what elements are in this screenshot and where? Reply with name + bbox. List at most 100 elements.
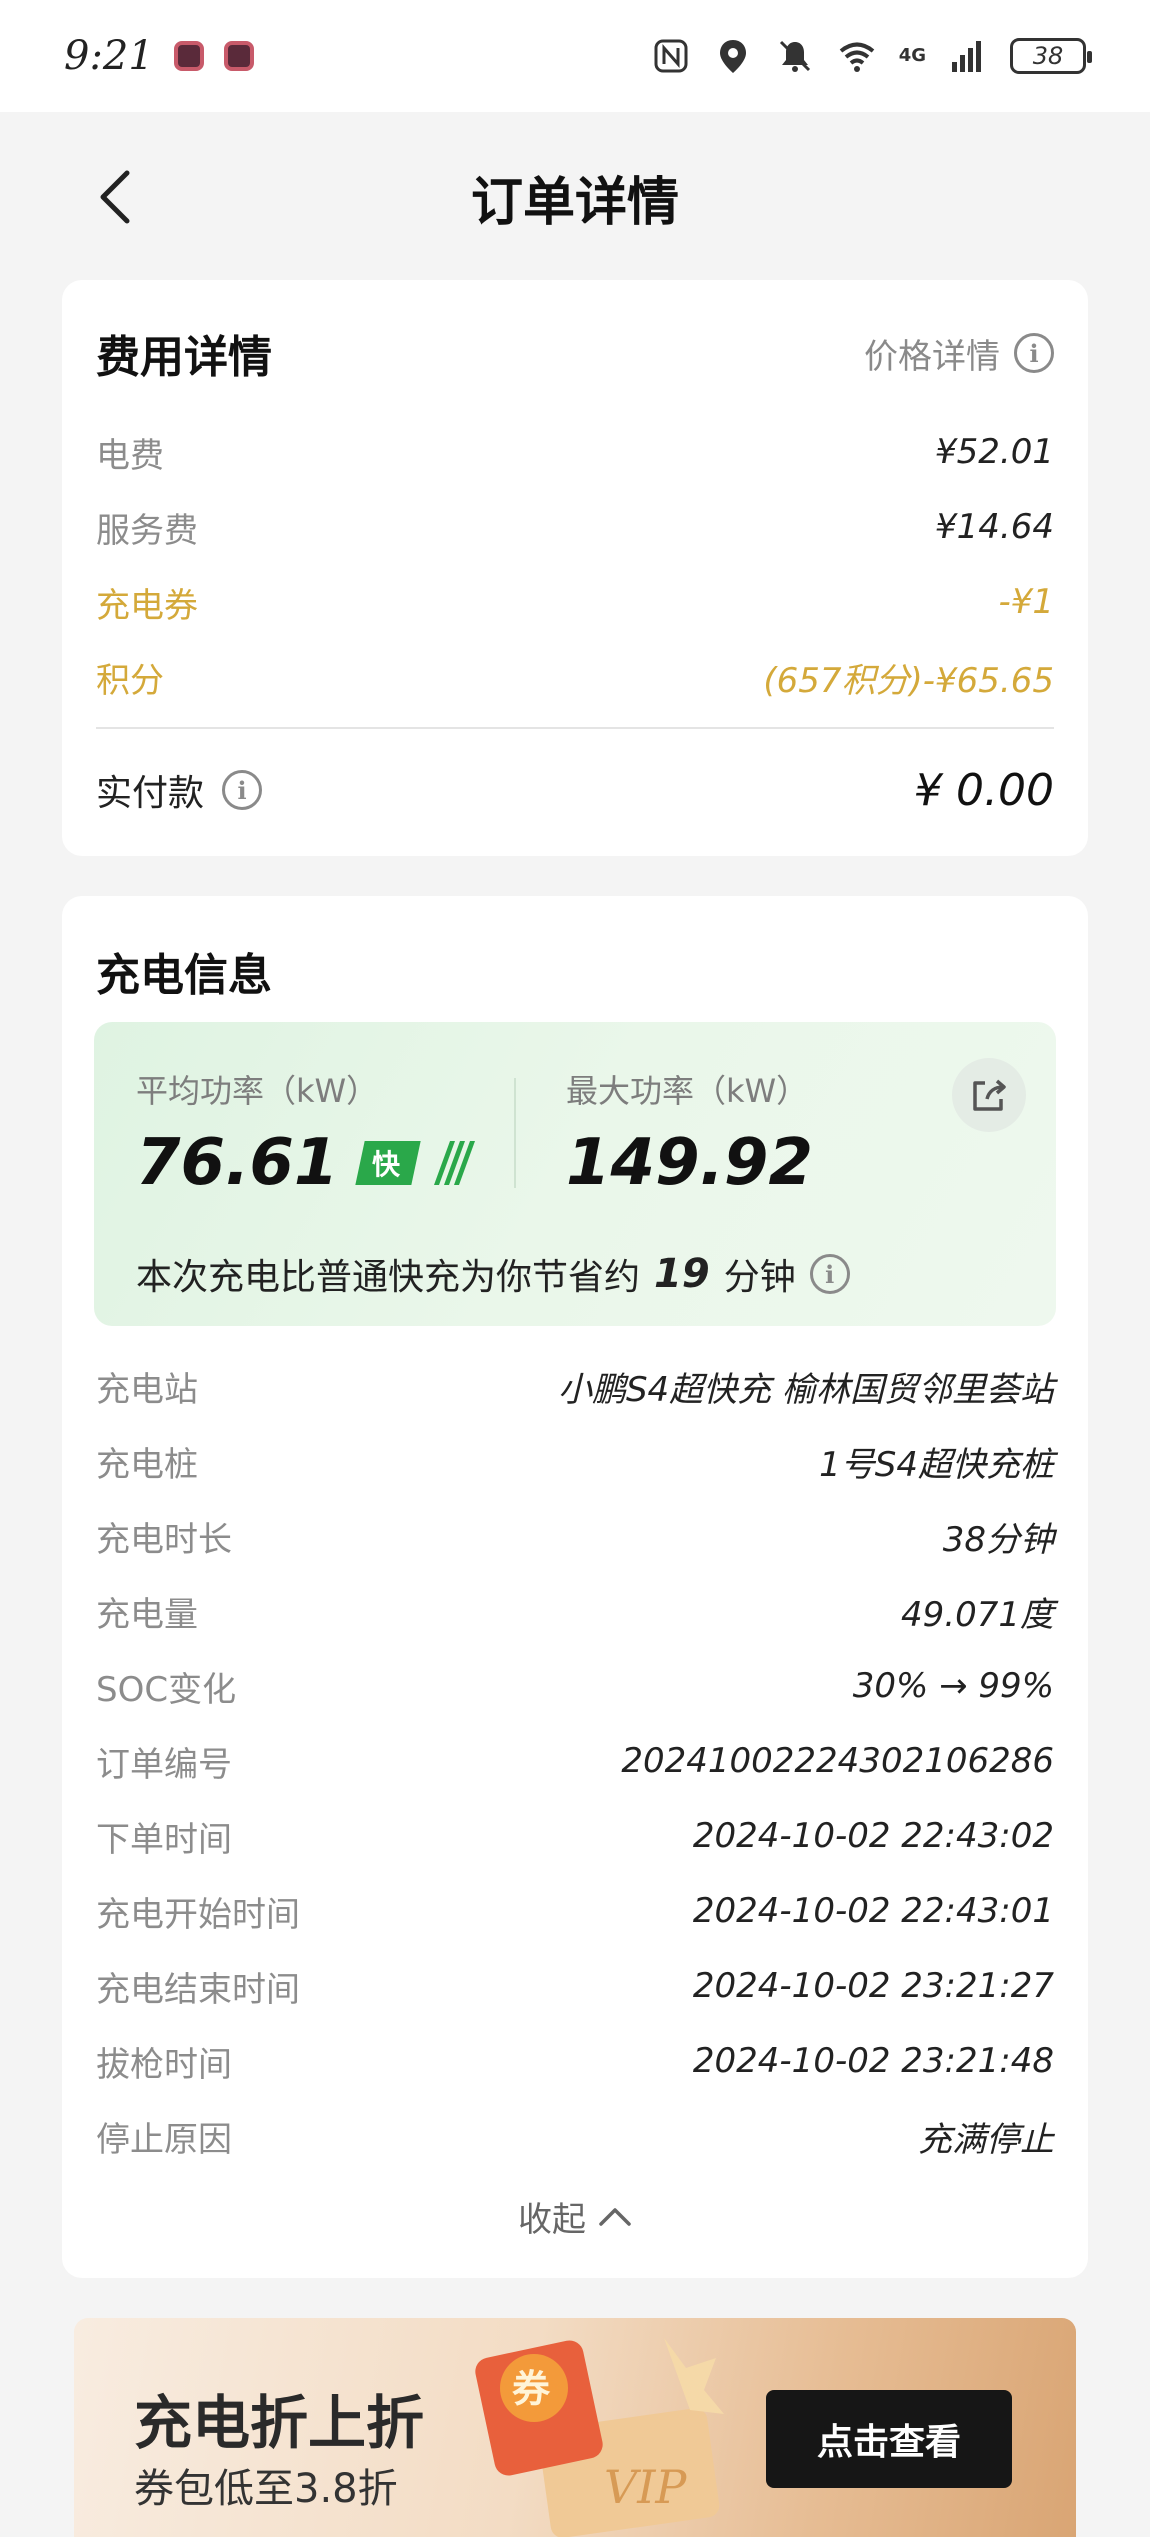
back-button[interactable] [80, 162, 150, 232]
detail-value: 1号S4超快充桩 [819, 1444, 1054, 1485]
fast-charge-badge: 快 [355, 1141, 422, 1185]
detail-value: 2024-10-02 22:43:02 [692, 1816, 1054, 1856]
collapse-button[interactable]: 收起 [62, 2186, 1088, 2246]
paid-label-group: 实付款 i [96, 764, 263, 816]
promo-banner[interactable]: VIP 券 充电折上折 券包低至3.8折 点击查看 [74, 2318, 1076, 2537]
fee-row-electricity: 电费 ¥52.01 [96, 422, 1054, 482]
max-power-value: 149.92 [566, 1126, 813, 1200]
max-power-block: 最大功率（kW） 149.92 [566, 1066, 813, 1200]
detail-row-unplug-time: 拔枪时间 2024-10-02 23:21:48 [96, 2031, 1054, 2091]
max-power-label: 最大功率（kW） [566, 1072, 809, 1110]
fee-value: ¥14.64 [935, 507, 1054, 547]
info-icon: i [1014, 333, 1054, 373]
saving-prefix: 本次充电比普通快充为你节省约 [136, 1257, 641, 1298]
detail-value: 2024-10-02 23:21:48 [692, 2041, 1054, 2081]
saving-suffix: 分钟 [723, 1257, 796, 1298]
charge-card: 充电信息 平均功率（kW） 76.61 快 最大功率（kW） 149.92 本次… [62, 896, 1088, 2278]
detail-label: 充电桩 [96, 1444, 198, 1485]
detail-value: 2024-10-02 23:21:27 [692, 1966, 1054, 2006]
status-right: 4G 38 [651, 36, 1092, 76]
charge-card-header: 充电信息 [96, 936, 1054, 1006]
detail-value: 49.071度 [901, 1594, 1054, 1635]
location-icon [719, 40, 746, 73]
detail-label: 充电开始时间 [96, 1894, 300, 1935]
detail-value: 充满停止 [918, 2119, 1054, 2160]
fee-label: 电费 [96, 435, 164, 476]
detail-row-duration: 充电时长 38分钟 [96, 1506, 1054, 1566]
coupon-illustration: VIP 券 [475, 2338, 724, 2537]
info-icon[interactable]: i [809, 1254, 850, 1294]
status-bar: 9:21 4G 38 [0, 0, 1150, 112]
coupon-text: 券 [512, 2367, 551, 2411]
detail-row-order-id: 订单编号 20241002224302106286 [96, 1731, 1054, 1791]
detail-row-pile: 充电桩 1号S4超快充桩 [96, 1431, 1054, 1491]
fee-row-points: 积分 (657积分)-¥65.65 [96, 647, 1054, 707]
wifi-icon [839, 42, 874, 72]
time-saving-row: 本次充电比普通快充为你节省约 19 分钟 i [136, 1248, 850, 1300]
notification-app-icon [173, 41, 204, 71]
fee-label: 服务费 [96, 510, 198, 551]
charge-card-title: 充电信息 [96, 950, 272, 1001]
detail-value: 30% → 99% [852, 1666, 1054, 1706]
fee-value: -¥1 [998, 582, 1054, 622]
detail-label: 充电结束时间 [96, 1969, 300, 2010]
detail-row-start-time: 充电开始时间 2024-10-02 22:43:01 [96, 1881, 1054, 1941]
clock: 9:21 [64, 33, 154, 79]
fee-row-coupon: 充电券 -¥1 [96, 572, 1054, 632]
detail-label: 停止原因 [96, 2119, 232, 2160]
detail-label: 充电时长 [96, 1519, 232, 1560]
detail-row-station: 充电站 小鹏S4超快充 榆林国贸邻里荟站 [96, 1356, 1054, 1416]
detail-label: 充电站 [96, 1369, 198, 1410]
fast-stripes-icon [434, 1141, 476, 1185]
fee-card-title: 费用详情 [96, 332, 272, 383]
max-power-value-row: 149.92 [566, 1126, 813, 1200]
avg-power-value: 76.61 [136, 1126, 339, 1200]
fee-value: (657积分)-¥65.65 [763, 660, 1054, 701]
nfc-icon [654, 39, 688, 73]
banner-title: 充电折上折 [134, 2389, 425, 2457]
fee-label: 充电券 [96, 585, 198, 626]
fee-label: 积分 [96, 660, 164, 701]
info-icon[interactable]: i [222, 770, 263, 810]
paid-label: 实付款 [96, 773, 205, 814]
avg-power-value-row: 76.61 快 [136, 1126, 476, 1200]
mute-icon [779, 40, 810, 72]
paid-value: ¥ 0.00 [914, 764, 1054, 816]
price-detail-link[interactable]: 价格详情 i [864, 329, 1054, 378]
vip-text: VIP [604, 2460, 687, 2514]
detail-row-order-time: 下单时间 2024-10-02 22:43:02 [96, 1806, 1054, 1866]
detail-label: SOC变化 [96, 1669, 237, 1710]
battery-icon: 38 [1010, 38, 1092, 74]
share-button[interactable] [952, 1058, 1026, 1132]
fee-card-header: 费用详情 价格详情 i [96, 318, 1054, 388]
fee-row-service: 服务费 ¥14.64 [96, 497, 1054, 557]
detail-row-energy: 充电量 49.071度 [96, 1581, 1054, 1641]
status-left: 9:21 [64, 33, 254, 79]
detail-label: 拔枪时间 [96, 2044, 232, 2085]
view-offer-button[interactable]: 点击查看 [766, 2390, 1012, 2488]
detail-row-stop-reason: 停止原因 充满停止 [96, 2106, 1054, 2166]
detail-label: 下单时间 [96, 1819, 232, 1860]
detail-label: 充电量 [96, 1594, 198, 1635]
avg-power-block: 平均功率（kW） 76.61 快 [136, 1066, 476, 1200]
detail-row-end-time: 充电结束时间 2024-10-02 23:21:27 [96, 1956, 1054, 2016]
page-title: 订单详情 [470, 171, 679, 233]
divider [96, 727, 1054, 729]
fast-charge-badge-text: 快 [372, 1148, 401, 1181]
signal-icon [952, 41, 981, 72]
detail-value: 小鹏S4超快充 榆林国贸邻里荟站 [557, 1369, 1054, 1410]
power-summary-box: 平均功率（kW） 76.61 快 最大功率（kW） 149.92 本次充电比普通… [94, 1022, 1056, 1326]
avg-power-label: 平均功率（kW） [136, 1072, 379, 1110]
power-separator [514, 1078, 516, 1188]
fee-value: ¥52.01 [935, 432, 1054, 472]
nav-bar: 订单详情 [0, 112, 1150, 282]
detail-label: 订单编号 [96, 1744, 232, 1785]
paid-row: 实付款 i ¥ 0.00 [96, 740, 1054, 840]
share-icon [973, 1079, 1006, 1111]
detail-value[interactable]: 20241002224302106286 [621, 1741, 1054, 1781]
detail-value: 2024-10-02 22:43:01 [692, 1891, 1054, 1931]
detail-value: 38分钟 [942, 1519, 1054, 1560]
network-type: 4G [898, 45, 926, 66]
detail-row-soc: SOC变化 30% → 99% [96, 1656, 1054, 1716]
chevron-left-icon [100, 170, 130, 224]
